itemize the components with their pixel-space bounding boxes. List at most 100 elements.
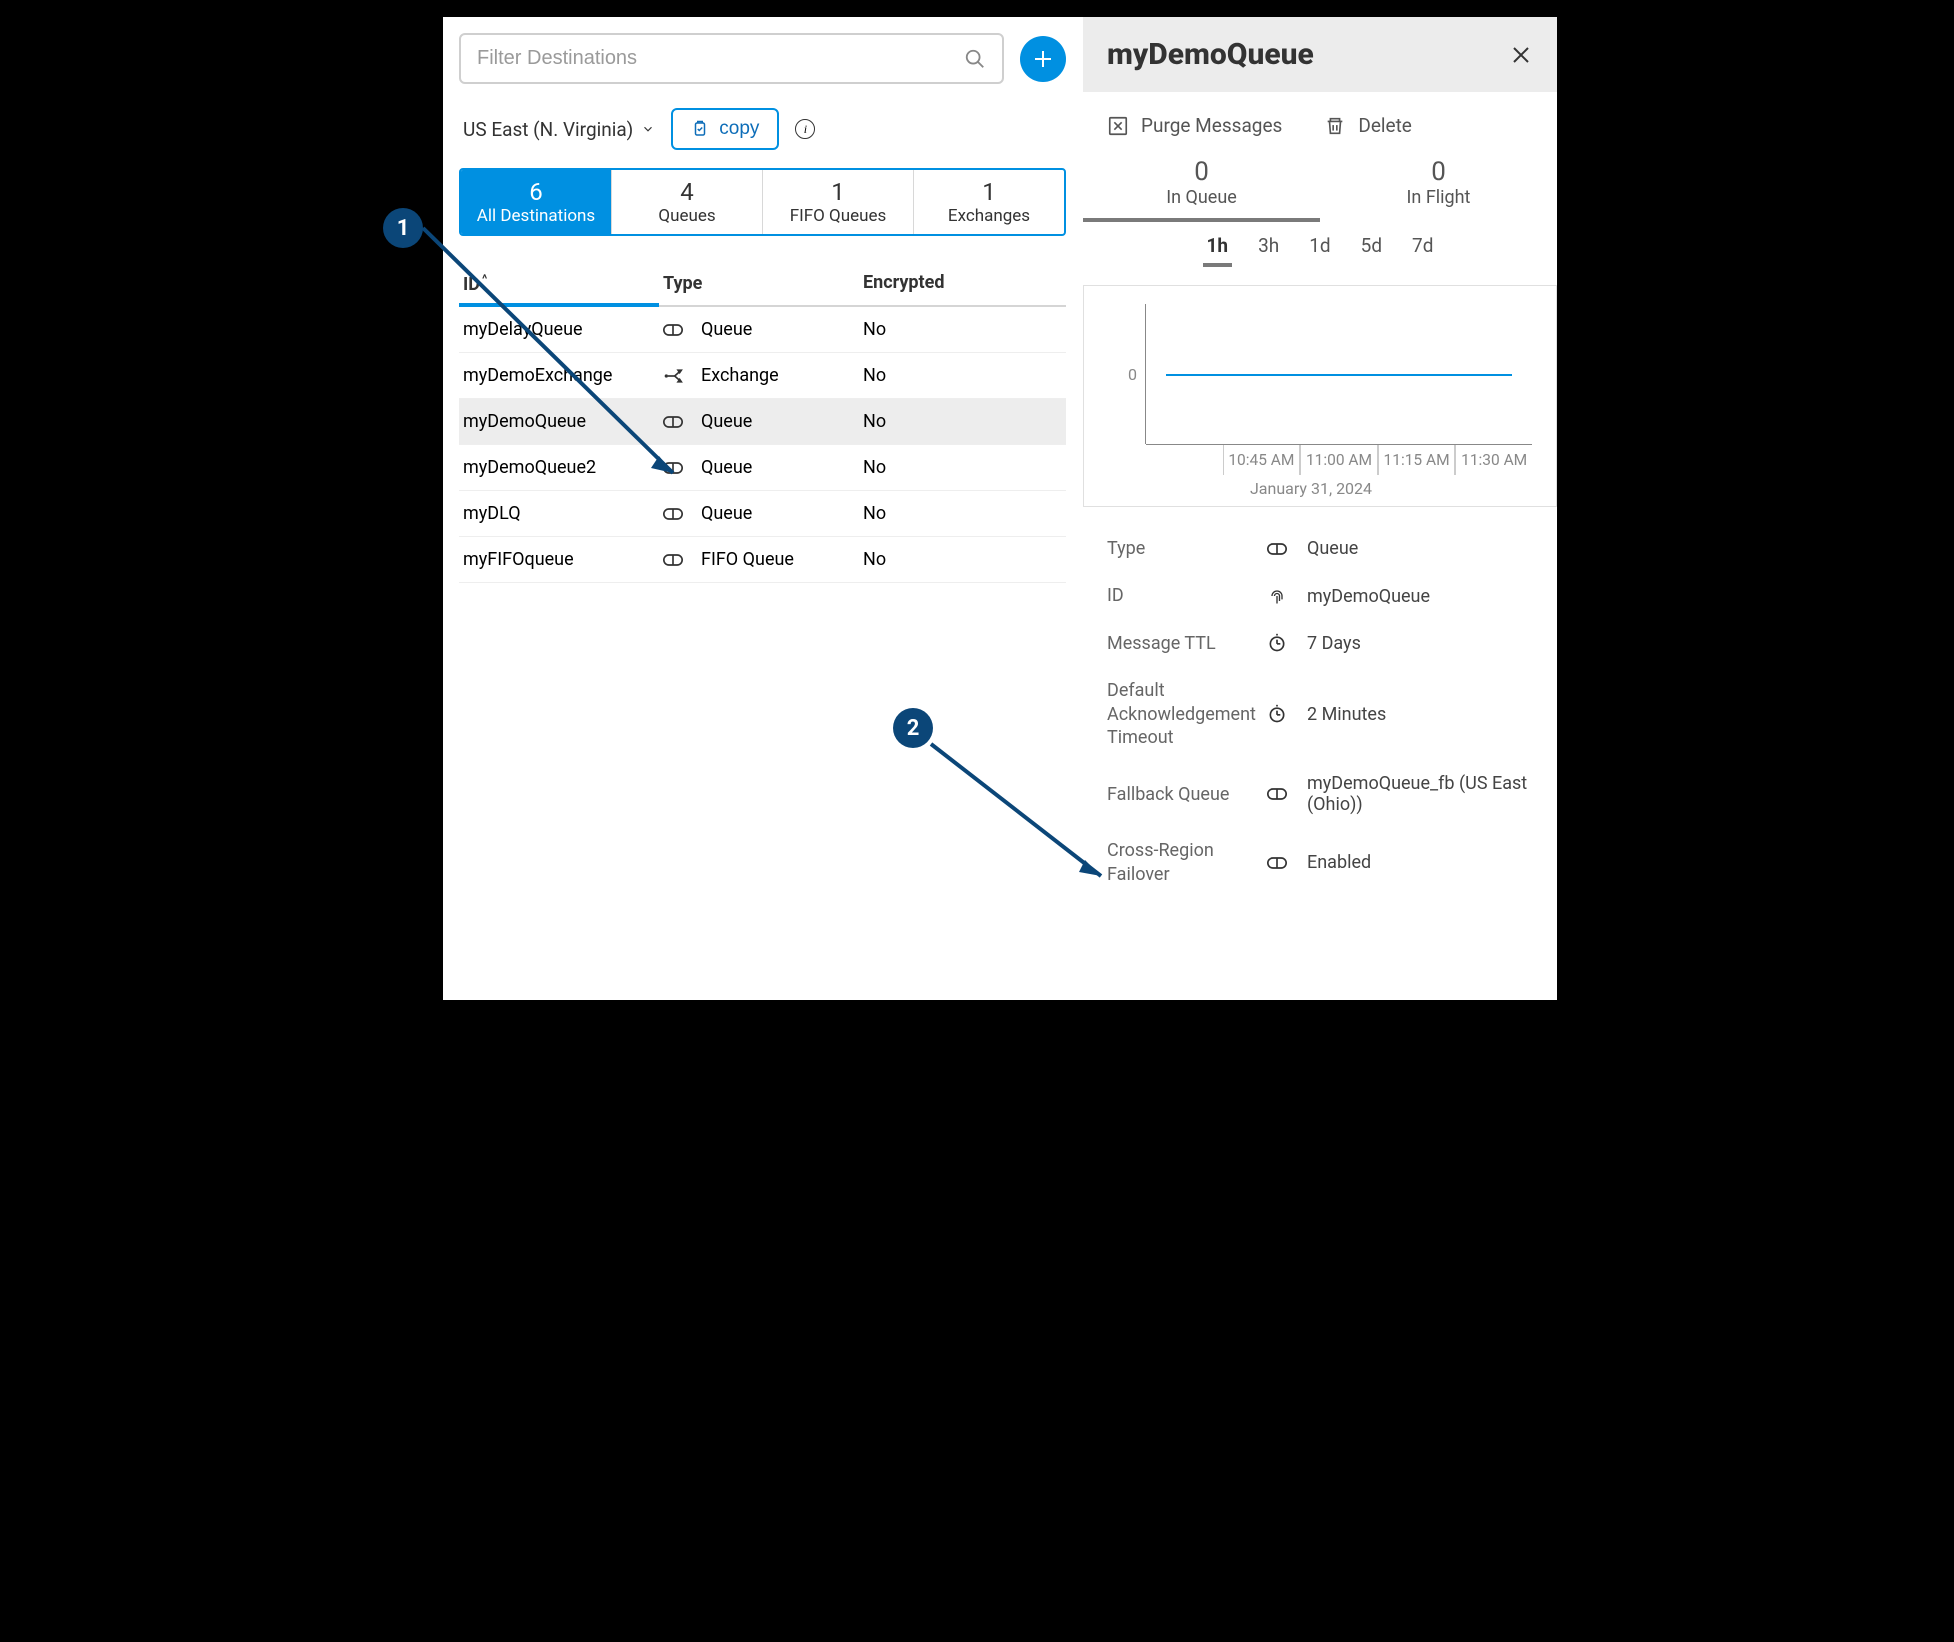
property-row: Cross-Region FailoverEnabled	[1107, 827, 1533, 898]
tab-label: Queues	[622, 206, 752, 226]
chart-y-tick: 0	[1090, 304, 1146, 444]
add-destination-button[interactable]	[1020, 36, 1066, 82]
time-tab-1d[interactable]: 1d	[1305, 234, 1334, 267]
cell-encrypted: No	[863, 457, 1062, 478]
time-range-tabs: 1h 3h 1d 5d 7d	[1107, 234, 1533, 267]
filter-tab[interactable]: 1Exchanges	[914, 170, 1064, 234]
property-key: ID	[1107, 584, 1257, 607]
time-tab-7d[interactable]: 7d	[1408, 234, 1437, 267]
property-row: Type Queue	[1107, 525, 1533, 572]
filter-destinations-input[interactable]	[459, 33, 1004, 84]
details-title: myDemoQueue	[1107, 37, 1314, 72]
stat-label: In Flight	[1320, 187, 1557, 208]
queue-stats: 0In Queue0In Flight	[1083, 157, 1557, 222]
cell-encrypted: No	[863, 365, 1062, 386]
search-icon	[964, 48, 986, 70]
annotation-2-arrow	[925, 740, 1125, 900]
filter-tab[interactable]: 6All Destinations	[461, 170, 612, 234]
property-value: Queue	[1307, 538, 1533, 559]
cell-type: Exchange	[663, 365, 863, 386]
property-key: Fallback Queue	[1107, 783, 1257, 806]
cell-encrypted: No	[863, 549, 1062, 570]
property-key: Type	[1107, 537, 1257, 560]
region-label: US East (N. Virginia)	[463, 118, 633, 141]
property-row: Fallback Queue myDemoQueue_fb (US East (O…	[1107, 761, 1533, 827]
property-key: Default Acknowledgement Timeout	[1107, 679, 1257, 749]
column-header-type[interactable]: Type	[659, 262, 859, 305]
delete-label: Delete	[1358, 114, 1412, 137]
column-header-encrypted[interactable]: Encrypted	[859, 262, 1066, 305]
close-icon[interactable]	[1509, 43, 1533, 67]
queue-icon	[1267, 539, 1287, 559]
queue-icon	[663, 550, 683, 570]
chart-x-tick: 10:45 AM	[1223, 445, 1301, 475]
time-tab-5d[interactable]: 5d	[1357, 234, 1386, 267]
purge-messages-button[interactable]: Purge Messages	[1107, 114, 1282, 137]
queue-properties: Type Queue ID myDemoQueue Message TTL 7 Days D…	[1107, 525, 1533, 898]
cell-encrypted: No	[863, 503, 1062, 524]
purge-label: Purge Messages	[1141, 114, 1282, 137]
queue-icon	[1267, 853, 1287, 873]
cell-type: Queue	[663, 411, 863, 432]
stat-number: 0	[1320, 157, 1557, 187]
purge-icon	[1107, 115, 1129, 137]
annotation-1: 1	[383, 208, 423, 248]
fingerprint-icon	[1267, 586, 1287, 606]
chart-x-tick: 11:15 AM	[1378, 445, 1456, 475]
tab-count: 4	[622, 178, 752, 206]
cell-encrypted: No	[863, 411, 1062, 432]
property-key: Message TTL	[1107, 632, 1257, 655]
filter-tab[interactable]: 1FIFO Queues	[763, 170, 914, 234]
annotation-1-arrow	[423, 228, 683, 488]
table-row[interactable]: myFIFOqueueFIFO QueueNo	[459, 537, 1066, 583]
clipboard-icon	[691, 120, 709, 138]
filter-destinations-field[interactable]	[477, 47, 956, 70]
clock-icon	[1267, 633, 1287, 653]
property-value: 7 Days	[1307, 633, 1533, 654]
details-panel: myDemoQueue Purge Messages Delete 0In Qu…	[1082, 17, 1557, 1000]
cell-encrypted: No	[863, 319, 1062, 340]
queue-icon	[663, 504, 683, 524]
tab-count: 1	[924, 178, 1054, 206]
chart-date: January 31, 2024	[1090, 475, 1532, 498]
plus-icon	[1031, 47, 1055, 71]
chart-x-tick: 11:00 AM	[1300, 445, 1378, 475]
delete-button[interactable]: Delete	[1324, 114, 1412, 137]
cell-id: myDLQ	[463, 503, 663, 524]
stat-label: In Queue	[1083, 187, 1320, 208]
tab-count: 1	[773, 178, 903, 206]
property-value: Enabled	[1307, 852, 1533, 873]
stat-number: 0	[1083, 157, 1320, 187]
property-value: myDemoQueue	[1307, 586, 1533, 607]
trash-icon	[1324, 115, 1346, 137]
tab-count: 6	[471, 178, 601, 206]
stat-tab[interactable]: 0In Flight	[1320, 157, 1557, 222]
cell-type: Queue	[663, 457, 863, 478]
chart-x-tick: 11:30 AM	[1455, 445, 1532, 475]
region-selector[interactable]: US East (N. Virginia)	[463, 118, 655, 141]
table-row[interactable]: myDLQQueueNo	[459, 491, 1066, 537]
annotation-2: 2	[893, 708, 933, 748]
tab-label: Exchanges	[924, 206, 1054, 226]
property-row: Message TTL 7 Days	[1107, 620, 1533, 667]
property-row: Default Acknowledgement Timeout 2 Minutes	[1107, 667, 1533, 761]
copy-label: copy	[719, 118, 759, 140]
property-value: myDemoQueue_fb (US East (Ohio))	[1307, 773, 1533, 815]
tab-label: FIFO Queues	[773, 206, 903, 226]
stat-tab[interactable]: 0In Queue	[1083, 157, 1320, 222]
cell-type: FIFO Queue	[663, 549, 863, 570]
property-value: 2 Minutes	[1307, 704, 1533, 725]
chevron-down-icon	[641, 122, 655, 136]
copy-button[interactable]: copy	[671, 108, 779, 150]
time-tab-1h[interactable]: 1h	[1203, 234, 1233, 267]
queue-icon	[1267, 784, 1287, 804]
time-tab-3h[interactable]: 3h	[1254, 234, 1283, 267]
property-row: ID myDemoQueue	[1107, 572, 1533, 619]
cell-type: Queue	[663, 503, 863, 524]
destination-filter-tabs: 6All Destinations4Queues1FIFO Queues1Exc…	[459, 168, 1066, 236]
filter-tab[interactable]: 4Queues	[612, 170, 763, 234]
chart-series-line	[1166, 374, 1512, 376]
info-icon[interactable]: i	[795, 119, 815, 139]
cell-id: myFIFOqueue	[463, 549, 663, 570]
tab-label: All Destinations	[471, 206, 601, 226]
